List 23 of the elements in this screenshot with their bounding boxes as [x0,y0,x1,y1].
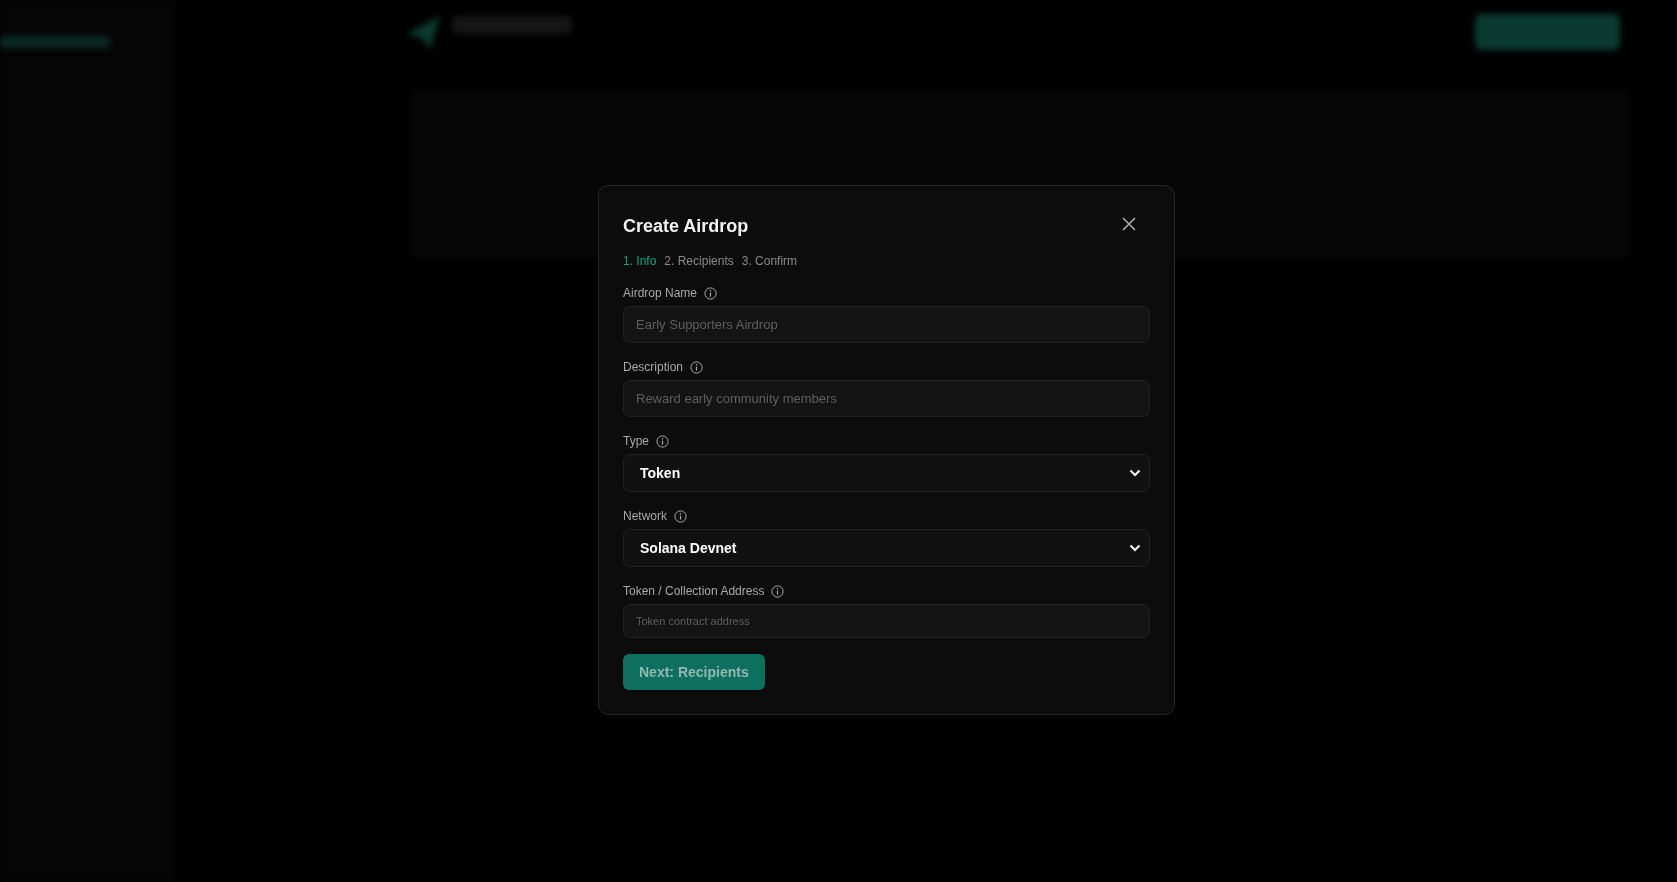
address-field[interactable]: Token contract address [623,604,1150,638]
info-icon[interactable] [674,509,687,523]
field-label: Token / Collection Address [623,584,765,598]
field-label: Airdrop Name [623,286,698,300]
close-button[interactable] [1120,215,1138,233]
dropdown[interactable]: Solana Devnet [623,529,1150,567]
step-tab[interactable]: 3. Confirm [741,254,798,268]
chevron-down-icon [1129,469,1141,477]
info-icon[interactable] [704,286,718,300]
step-tab[interactable]: 1. Info [623,254,657,268]
field-label: Network [623,509,667,523]
info-icon[interactable] [771,584,785,598]
field-label: Description [623,360,684,374]
text-field[interactable]: Early Supporters Airdrop [623,306,1150,343]
chevron-down-icon [1129,544,1141,552]
step-tab[interactable]: 2. Recipients [664,254,734,268]
info-icon[interactable] [656,434,669,448]
dialog-title: Create Airdrop [623,215,749,238]
field-label: Type [623,434,649,448]
text-field[interactable]: Reward early community members [623,380,1150,417]
info-icon[interactable] [690,360,704,374]
dropdown[interactable]: Token [623,454,1150,492]
paper-plane-icon [406,16,440,50]
